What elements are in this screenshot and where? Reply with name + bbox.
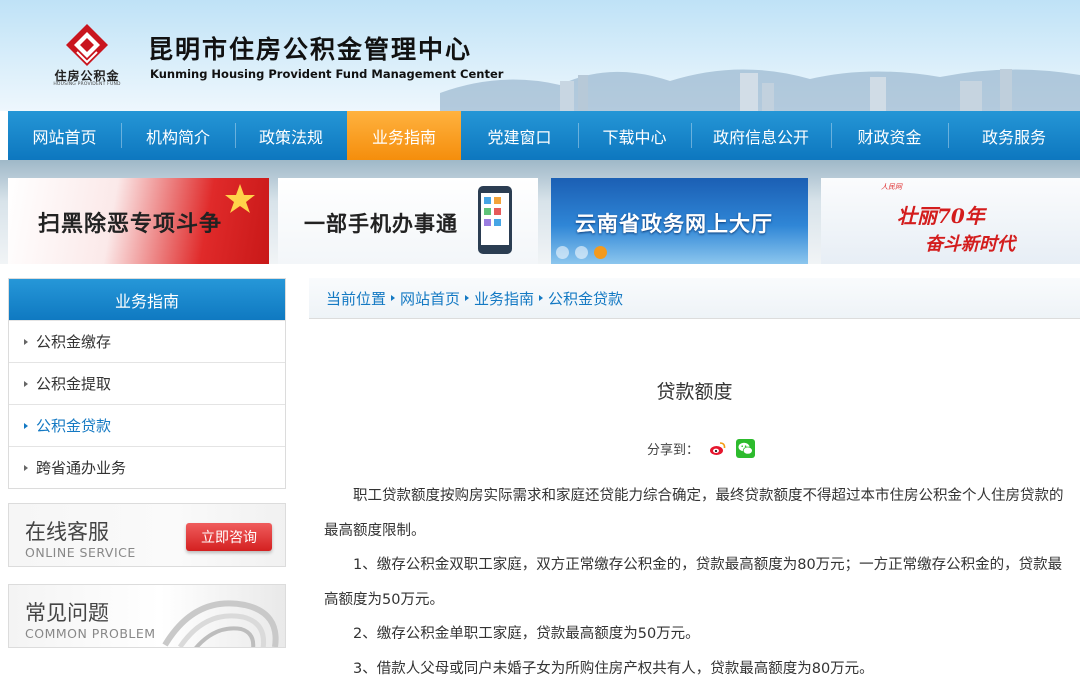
carousel-dot-active[interactable] — [594, 246, 607, 259]
share-label: 分享到： — [647, 443, 700, 458]
weibo-icon[interactable] — [708, 439, 728, 458]
nav-item-party-building[interactable]: 党建窗口 — [461, 111, 578, 160]
sidebar-heading: 业务指南 — [9, 279, 285, 320]
breadcrumb-business-guide[interactable]: 业务指南 — [474, 288, 534, 309]
provident-fund-emblem-icon — [66, 24, 108, 66]
sidebar-item-label: 公积金贷款 — [36, 417, 112, 435]
triangle-right-icon — [391, 295, 396, 301]
site-subtitle: Kunming Housing Provident Fund Managemen… — [150, 67, 504, 81]
carousel-dot[interactable] — [575, 246, 588, 259]
nav-item-business-guide[interactable]: 业务指南 — [347, 111, 461, 160]
site-title: 昆明市住房公积金管理中心 — [148, 35, 473, 64]
online-service-panel[interactable]: 在线客服 ONLINE SERVICE 立即咨询 — [8, 503, 286, 567]
banner-stamp: 人民网 — [881, 183, 902, 191]
faq-subtitle: COMMON PROBLEM — [25, 626, 156, 641]
nav-item-gov-services[interactable]: 政务服务 — [948, 111, 1080, 160]
nav-item-finance[interactable]: 财政资金 — [831, 111, 948, 160]
breadcrumb-location-label: 当前位置 — [326, 289, 387, 308]
triangle-right-icon — [539, 295, 544, 301]
triangle-right-icon — [465, 295, 470, 301]
triangle-right-icon — [24, 338, 28, 345]
triangle-right-icon — [24, 464, 28, 471]
sidebar-menu: 业务指南 公积金缴存 公积金提取 公积金贷款 跨省通办业务 — [8, 278, 286, 489]
city-skyline-illustration — [440, 69, 1080, 111]
nav-item-about[interactable]: 机构简介 — [121, 111, 235, 160]
article-paragraph: 1、缴存公积金双职工家庭，双方正常缴存公积金的，贷款最高额度为80万元；一方正常… — [324, 557, 1063, 608]
sidebar-item-label: 公积金缴存 — [36, 333, 112, 351]
banner-70th-anniversary[interactable]: 人民网 壮丽70年 奋斗新时代 — [821, 178, 1080, 264]
article-paragraph: 3、借款人父母或同户未婚子女为所购住房产权共有人，贷款最高额度为80万元。 — [353, 660, 874, 677]
site-logo[interactable]: 住房公积金 HOUSING PROVIDENT FUND — [44, 22, 130, 88]
breadcrumb-loan[interactable]: 公积金贷款 — [548, 288, 623, 309]
faq-title: 常见问题 — [25, 601, 109, 625]
main-nav: 网站首页 机构简介 政策法规 业务指南 党建窗口 下载中心 政府信息公开 财政资… — [8, 111, 1080, 160]
sidebar-item-label: 公积金提取 — [36, 375, 112, 393]
faq-swirl-illustration — [162, 600, 279, 647]
nav-item-downloads[interactable]: 下载中心 — [578, 111, 691, 160]
sidebar-item-label: 跨省通办业务 — [36, 459, 127, 477]
article-title: 贷款额度 — [656, 381, 733, 403]
banner-carousel: 扫黑除恶专项斗争 一部手机办事通 云南省政务网上大厅 人民网 壮丽70年 奋斗新… — [0, 160, 1080, 264]
sidebar-item-withdrawal[interactable]: 公积金提取 — [9, 362, 285, 404]
sidebar-item-loan[interactable]: 公积金贷款 — [9, 404, 285, 446]
carousel-indicators — [556, 246, 607, 259]
banner-text-secondary: 奋斗新时代 — [925, 234, 1015, 255]
nav-item-home[interactable]: 网站首页 — [8, 111, 121, 160]
banner-text: 云南省政务网上大厅 — [575, 211, 773, 236]
smartphone-icon — [478, 186, 512, 254]
triangle-right-icon — [24, 422, 28, 429]
nav-item-policies[interactable]: 政策法规 — [235, 111, 347, 160]
share-bar: 分享到： — [647, 439, 756, 458]
banner-mobile-service[interactable]: 一部手机办事通 — [278, 178, 538, 264]
site-header: 住房公积金 HOUSING PROVIDENT FUND 昆明市住房公积金管理中… — [0, 0, 1080, 111]
wechat-icon[interactable] — [736, 439, 756, 458]
breadcrumb: 当前位置 网站首页 业务指南 公积金贷款 — [309, 278, 1080, 319]
nav-item-gov-info[interactable]: 政府信息公开 — [691, 111, 831, 160]
article-body: 职工贷款额度按购房实际需求和家庭还贷能力综合确定，最终贷款额度不得超过本市住房公… — [324, 479, 1064, 686]
banner-text: 扫黑除恶专项斗争 — [38, 211, 223, 237]
banner-anti-crime[interactable]: 扫黑除恶专项斗争 — [8, 178, 269, 264]
breadcrumb-home[interactable]: 网站首页 — [400, 288, 460, 309]
logo-english-text: HOUSING PROVIDENT FUND — [53, 82, 121, 87]
banner-text: 一部手机办事通 — [304, 211, 458, 236]
sidebar-item-cross-province[interactable]: 跨省通办业务 — [9, 446, 285, 488]
online-service-subtitle: ONLINE SERVICE — [25, 545, 136, 560]
carousel-dot[interactable] — [556, 246, 569, 259]
consult-now-button[interactable]: 立即咨询 — [186, 523, 272, 551]
sidebar-item-deposit[interactable]: 公积金缴存 — [9, 320, 285, 362]
triangle-right-icon — [24, 380, 28, 387]
article-paragraph: 职工贷款额度按购房实际需求和家庭还贷能力综合确定，最终贷款额度不得超过本市住房公… — [324, 488, 1064, 539]
article-paragraph: 2、缴存公积金单职工家庭，贷款最高额度为50万元。 — [353, 626, 700, 642]
online-service-title: 在线客服 — [25, 520, 109, 544]
faq-panel[interactable]: 常见问题 COMMON PROBLEM — [8, 584, 286, 648]
star-icon — [225, 184, 255, 213]
banner-text: 壮丽70年 — [897, 204, 985, 228]
